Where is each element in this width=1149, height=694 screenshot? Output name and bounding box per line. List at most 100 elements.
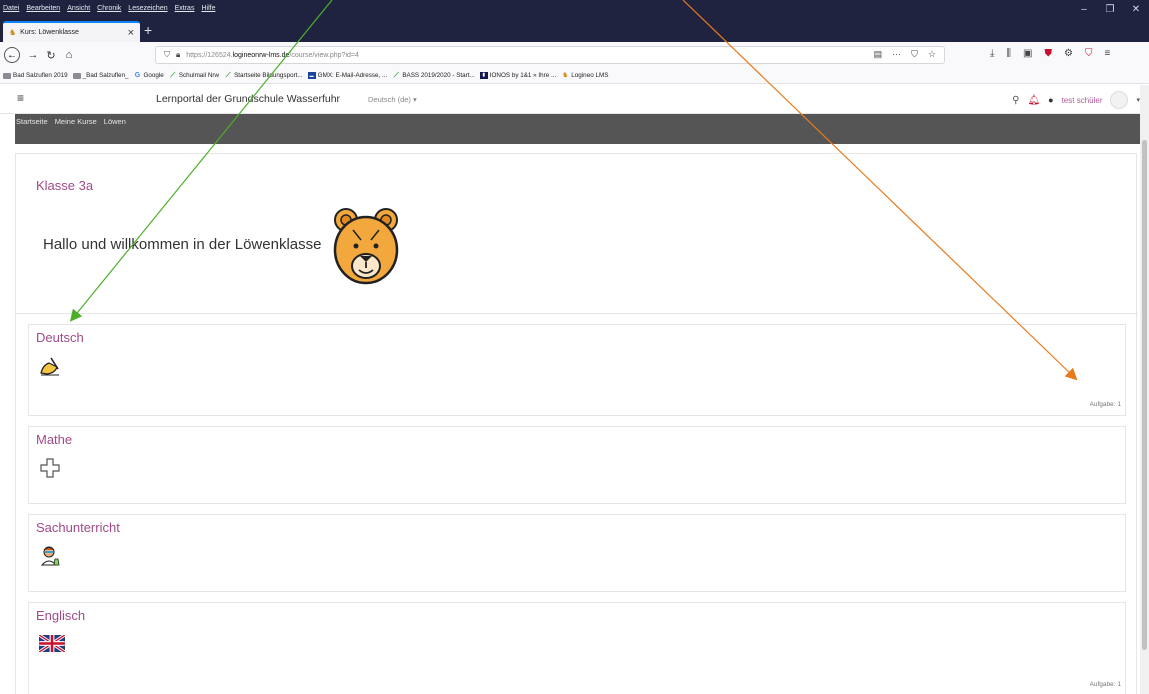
section-title[interactable]: Deutsch (36, 330, 84, 345)
bookmark-label: IONOS by 1&1 » Ihre ... (489, 72, 557, 79)
section-title[interactable]: Englisch (36, 608, 85, 623)
section-title[interactable]: Mathe (36, 432, 72, 447)
section-sachunterricht: Sachunterricht (28, 514, 1126, 592)
close-window-icon[interactable]: ✕ (1123, 4, 1149, 15)
bookmark-label: GMX: E-Mail-Adresse, ... (317, 72, 388, 79)
activity-count: Aufgabe: 1 (1089, 681, 1121, 688)
reader-view-icon[interactable]: ▤ (874, 49, 883, 60)
site-header: ≡ Lernportal der Grundschule Wasserfuhr … (0, 85, 1140, 114)
window-controls: – ❐ ✕ (1071, 4, 1149, 15)
language-menu[interactable]: Deutsch (de) ▾ (368, 95, 417, 104)
user-name[interactable]: test schüler (1062, 96, 1103, 105)
url-domain: logineonrw-lms.de (232, 51, 290, 59)
google-icon: G (134, 72, 141, 79)
bookmark-star-icon[interactable]: ☆ (928, 49, 936, 60)
url-path: /course/view.php?id=4 (289, 51, 359, 59)
nav-drawer-icon[interactable]: ≡ (17, 91, 24, 105)
forward-arrow-icon[interactable]: → (24, 49, 42, 61)
section-title[interactable]: Sachunterricht (36, 520, 120, 535)
menu-bearbeiten[interactable]: Bearbeiten (26, 5, 60, 16)
breadcrumb-meine-kurse[interactable]: Meine Kurse (55, 117, 97, 126)
menu-ansicht[interactable]: Ansicht (67, 5, 90, 16)
more-actions-icon[interactable]: ··· (892, 49, 901, 60)
sidebar-icon[interactable]: ▣ (1023, 48, 1032, 59)
folder-icon (3, 72, 11, 79)
home-icon[interactable]: ⌂ (60, 49, 78, 61)
breadcrumb-startseite[interactable]: Startseite (16, 117, 48, 126)
menu-extras[interactable]: Extras (175, 5, 195, 16)
bookmark-item[interactable]: ⟋ Startseite Bildungsport... (224, 72, 303, 79)
bookmark-label: Google (143, 72, 164, 79)
course-section-title: Klasse 3a (36, 178, 94, 193)
breadcrumb: Startseite Meine Kurse Löwen (16, 117, 126, 126)
page-scrollbar[interactable] (1140, 85, 1149, 694)
bookmark-item[interactable]: Bad Salzuflen 2019 (3, 72, 68, 79)
lock-icon[interactable]: 🔒︎ (176, 50, 180, 60)
menu-hilfe[interactable]: Hilfe (201, 5, 215, 16)
site-title[interactable]: Lernportal der Grundschule Wasserfuhr (156, 93, 340, 105)
activity-count: Aufgabe: 1 (1089, 401, 1121, 408)
ublock-icon[interactable]: ⛊ (1044, 48, 1052, 59)
minimize-icon[interactable]: – (1071, 4, 1097, 15)
menu-lesezeichen[interactable]: Lesezeichen (128, 5, 167, 16)
bookmark-item[interactable]: ⟋ BASS 2019/2020 - Start... (392, 72, 475, 79)
ionos-icon: ▮ (479, 72, 488, 79)
section-deutsch: Deutsch Aufgabe: 1 (28, 324, 1126, 416)
back-arrow-icon[interactable]: ← (4, 47, 20, 63)
pocket-icon[interactable]: ⛉ (911, 49, 918, 60)
nrw-icon: ⟋ (393, 72, 399, 79)
course-intro: Klasse 3a Hallo und willkommen in der Lö… (16, 154, 1138, 314)
scientist-icon[interactable] (39, 545, 61, 567)
folder-icon (72, 72, 81, 79)
nrw-icon: ⟋ (225, 72, 231, 79)
uk-flag-icon[interactable] (39, 635, 65, 652)
section-mathe: Mathe (28, 426, 1126, 504)
menu-datei[interactable]: Datei (3, 5, 19, 16)
tab-title: Kurs: Löwenklasse (20, 29, 79, 36)
url-bar[interactable]: ⛉ 🔒︎ https://126524. logineonrw-lms.de/co… (155, 46, 945, 64)
lion-icon (333, 208, 399, 285)
navigation-bar: ← → ↻ ⌂ ⛉ 🔒︎ https://126524. logineonrw-l… (0, 42, 1149, 68)
close-tab-icon[interactable]: × (128, 27, 134, 39)
reload-icon[interactable]: ↻ (42, 49, 60, 62)
bookmark-item[interactable]: ▬ GMX: E-Mail-Adresse, ... (307, 72, 388, 79)
bookmark-label: BASS 2019/2020 - Start... (402, 72, 475, 79)
browser-tab[interactable]: ♞ Kurs: Löwenklasse × (3, 21, 140, 42)
maximize-icon[interactable]: ❐ (1097, 4, 1123, 15)
breadcrumb-loewen[interactable]: Löwen (104, 117, 126, 126)
bookmark-item[interactable]: ▮ IONOS by 1&1 » Ihre ... (479, 72, 557, 79)
message-bubble-icon[interactable]: ● (1048, 95, 1053, 105)
browser-chrome: Datei Bearbeiten Ansicht Chronik Lesezei… (0, 0, 1149, 42)
nrw-icon: ⟋ (170, 72, 176, 79)
shield-icon[interactable]: ⛉ (164, 50, 170, 60)
section-englisch: Englisch Aufgabe: 1 (28, 602, 1126, 694)
search-icon[interactable]: ⚲ (1012, 95, 1019, 106)
scrollbar-thumb[interactable] (1142, 140, 1147, 650)
course-content: Klasse 3a Hallo und willkommen in der Lö… (15, 153, 1138, 694)
bookmark-label: Startseite Bildungsport... (234, 72, 303, 79)
menu-chronik[interactable]: Chronik (97, 5, 121, 16)
screen: Datei Bearbeiten Ansicht Chronik Lesezei… (0, 0, 1149, 694)
downloads-icon[interactable]: ⤓ (990, 48, 994, 59)
bookmark-item[interactable]: ♞ Logineo LMS (561, 72, 608, 79)
bookmark-label: Schulmail Nrw (178, 72, 220, 79)
shield-extension-icon[interactable]: ⛉ (1085, 48, 1093, 59)
avatar[interactable] (1110, 91, 1129, 109)
plus-icon[interactable] (39, 457, 61, 479)
extension-icon[interactable]: ⚙ (1064, 48, 1073, 59)
bookmark-item[interactable]: ⟋ Schulmail Nrw (169, 72, 219, 79)
url-actions: ▤ ··· ⛉ ☆ (874, 49, 936, 60)
bookmark-item[interactable]: G Google (134, 72, 164, 79)
bookmark-label: Bad Salzuflen 2019 (13, 72, 68, 79)
bookmarks-bar: Bad Salzuflen 2019 _Bad Salzuflen_ G Goog… (0, 68, 1149, 84)
library-icon[interactable]: ⫼ (1006, 48, 1011, 59)
hamburger-menu-icon[interactable]: ≡ (1104, 48, 1110, 59)
url-prefix: https://126524. (186, 51, 233, 59)
writing-hand-icon[interactable] (39, 355, 61, 377)
new-tab-icon[interactable]: + (144, 22, 152, 38)
bookmark-label: Logineo LMS (571, 72, 609, 79)
bookmark-item[interactable]: _Bad Salzuflen_ (72, 72, 129, 79)
menu-bar: Datei Bearbeiten Ansicht Chronik Lesezei… (3, 5, 215, 16)
logineo-icon: ♞ (562, 72, 569, 79)
notification-bell-icon[interactable]: 🔔︎ (1027, 95, 1040, 106)
